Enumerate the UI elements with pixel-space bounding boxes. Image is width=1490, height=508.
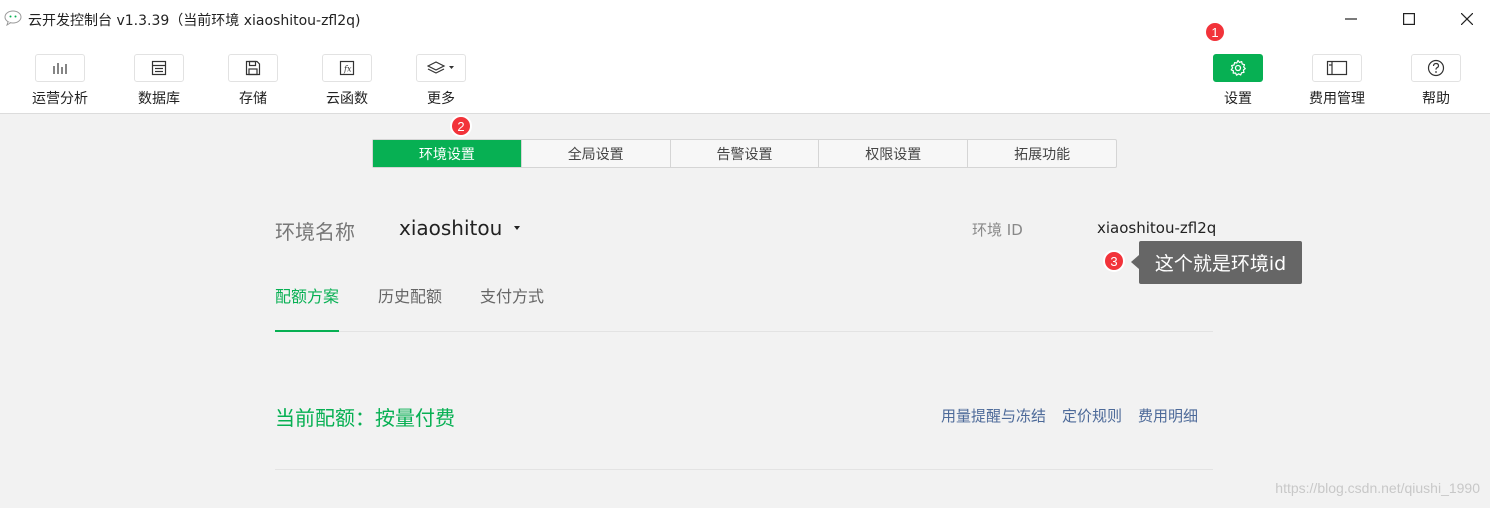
- env-id-label: 环境 ID: [972, 221, 1023, 239]
- toolbar-settings[interactable]: 设置: [1193, 54, 1283, 110]
- toolbar-analytics-box[interactable]: [35, 54, 85, 82]
- function-icon: fx: [339, 60, 355, 76]
- toolbar-analytics-label: 运营分析: [32, 91, 88, 107]
- toolbar-billing-box[interactable]: [1312, 54, 1362, 82]
- bar-chart-icon: [53, 63, 67, 74]
- billing-icon: [1326, 60, 1348, 76]
- tab-extensions[interactable]: 拓展功能: [968, 140, 1116, 167]
- layers-icon: [427, 61, 454, 74]
- toolbar-cloud-function-label: 云函数: [326, 91, 368, 107]
- billing-details-link[interactable]: 费用明细: [1138, 405, 1198, 426]
- tab-global-settings[interactable]: 全局设置: [522, 140, 671, 167]
- toolbar-more[interactable]: 更多: [396, 54, 486, 110]
- env-name-select[interactable]: xiaoshitou: [399, 216, 521, 240]
- toolbar-settings-label: 设置: [1224, 91, 1252, 107]
- caret-down-icon: [514, 226, 521, 230]
- plan-divider: [275, 469, 1213, 470]
- help-icon: [1427, 59, 1445, 77]
- tab-alert-settings[interactable]: 告警设置: [671, 140, 820, 167]
- settings-tabs: 环境设置 全局设置 告警设置 权限设置 拓展功能: [372, 139, 1117, 168]
- subtab-quota-plan[interactable]: 配额方案: [275, 286, 340, 332]
- app-logo-icon: [4, 10, 22, 26]
- pricing-rules-link[interactable]: 定价规则: [1062, 405, 1122, 426]
- toolbar-analytics[interactable]: 运营分析: [15, 54, 105, 110]
- subtab-quota-history[interactable]: 历史配额: [378, 286, 442, 332]
- minimize-icon: [1345, 18, 1357, 20]
- toolbar-more-label: 更多: [427, 91, 455, 107]
- current-plan-title: 当前配额：按量付费: [275, 406, 455, 430]
- toolbar-more-box[interactable]: [416, 54, 466, 82]
- subtab-payment-method[interactable]: 支付方式: [480, 286, 544, 332]
- plan-subtabs: 配额方案 历史配额 支付方式: [275, 286, 1213, 332]
- floppy-disk-icon: [245, 60, 261, 76]
- toolbar-help[interactable]: 帮助: [1391, 54, 1481, 110]
- window-title: 云开发控制台 v1.3.39（当前环境 xiaoshitou-zfl2q): [28, 13, 361, 29]
- toolbar-cloud-function[interactable]: fx 云函数: [302, 54, 392, 110]
- plan-links: 用量提醒与冻结 定价规则 费用明细: [941, 405, 1198, 426]
- maximize-button[interactable]: [1386, 0, 1432, 38]
- toolbar-storage[interactable]: 存储: [208, 54, 298, 110]
- env-name-value: xiaoshitou: [399, 216, 503, 240]
- toolbar-help-box[interactable]: [1411, 54, 1461, 82]
- title-bar: 云开发控制台 v1.3.39（当前环境 xiaoshitou-zfl2q): [0, 0, 1490, 38]
- toolbar-storage-label: 存储: [239, 91, 267, 107]
- svg-text:fx: fx: [343, 65, 352, 74]
- maximize-icon: [1403, 13, 1415, 25]
- tab-permission-settings[interactable]: 权限设置: [819, 140, 969, 167]
- env-id-value: xiaoshitou-zfl2q: [1097, 219, 1217, 237]
- usage-alert-link[interactable]: 用量提醒与冻结: [941, 405, 1046, 426]
- toolbar-database-box[interactable]: [134, 54, 184, 82]
- minimize-button[interactable]: [1328, 0, 1374, 38]
- database-icon: [151, 60, 167, 76]
- toolbar-billing-label: 费用管理: [1309, 91, 1365, 107]
- toolbar-billing[interactable]: 费用管理: [1292, 54, 1382, 110]
- toolbar-settings-box[interactable]: [1213, 54, 1263, 82]
- toolbar-storage-box[interactable]: [228, 54, 278, 82]
- gear-icon: [1230, 59, 1246, 76]
- annotation-badge-3: 3: [1103, 250, 1125, 272]
- annotation-badge-1: 1: [1204, 21, 1226, 43]
- env-name-label: 环境名称: [275, 220, 355, 244]
- close-icon: [1461, 13, 1473, 25]
- toolbar-help-label: 帮助: [1422, 91, 1450, 107]
- close-button[interactable]: [1444, 0, 1490, 38]
- annotation-tooltip: 这个就是环境id: [1131, 241, 1302, 284]
- tab-env-settings[interactable]: 环境设置: [373, 140, 522, 167]
- annotation-badge-2: 2: [450, 115, 472, 137]
- toolbar-database-label: 数据库: [138, 91, 180, 107]
- toolbar-database[interactable]: 数据库: [114, 54, 204, 110]
- watermark: https://blog.csdn.net/qiushi_1990: [1275, 480, 1480, 496]
- toolbar-cloud-function-box[interactable]: fx: [322, 54, 372, 82]
- toolbar: 运营分析 数据库 存储 fx 云函数 更多 设置 费用管理 帮助: [0, 38, 1490, 114]
